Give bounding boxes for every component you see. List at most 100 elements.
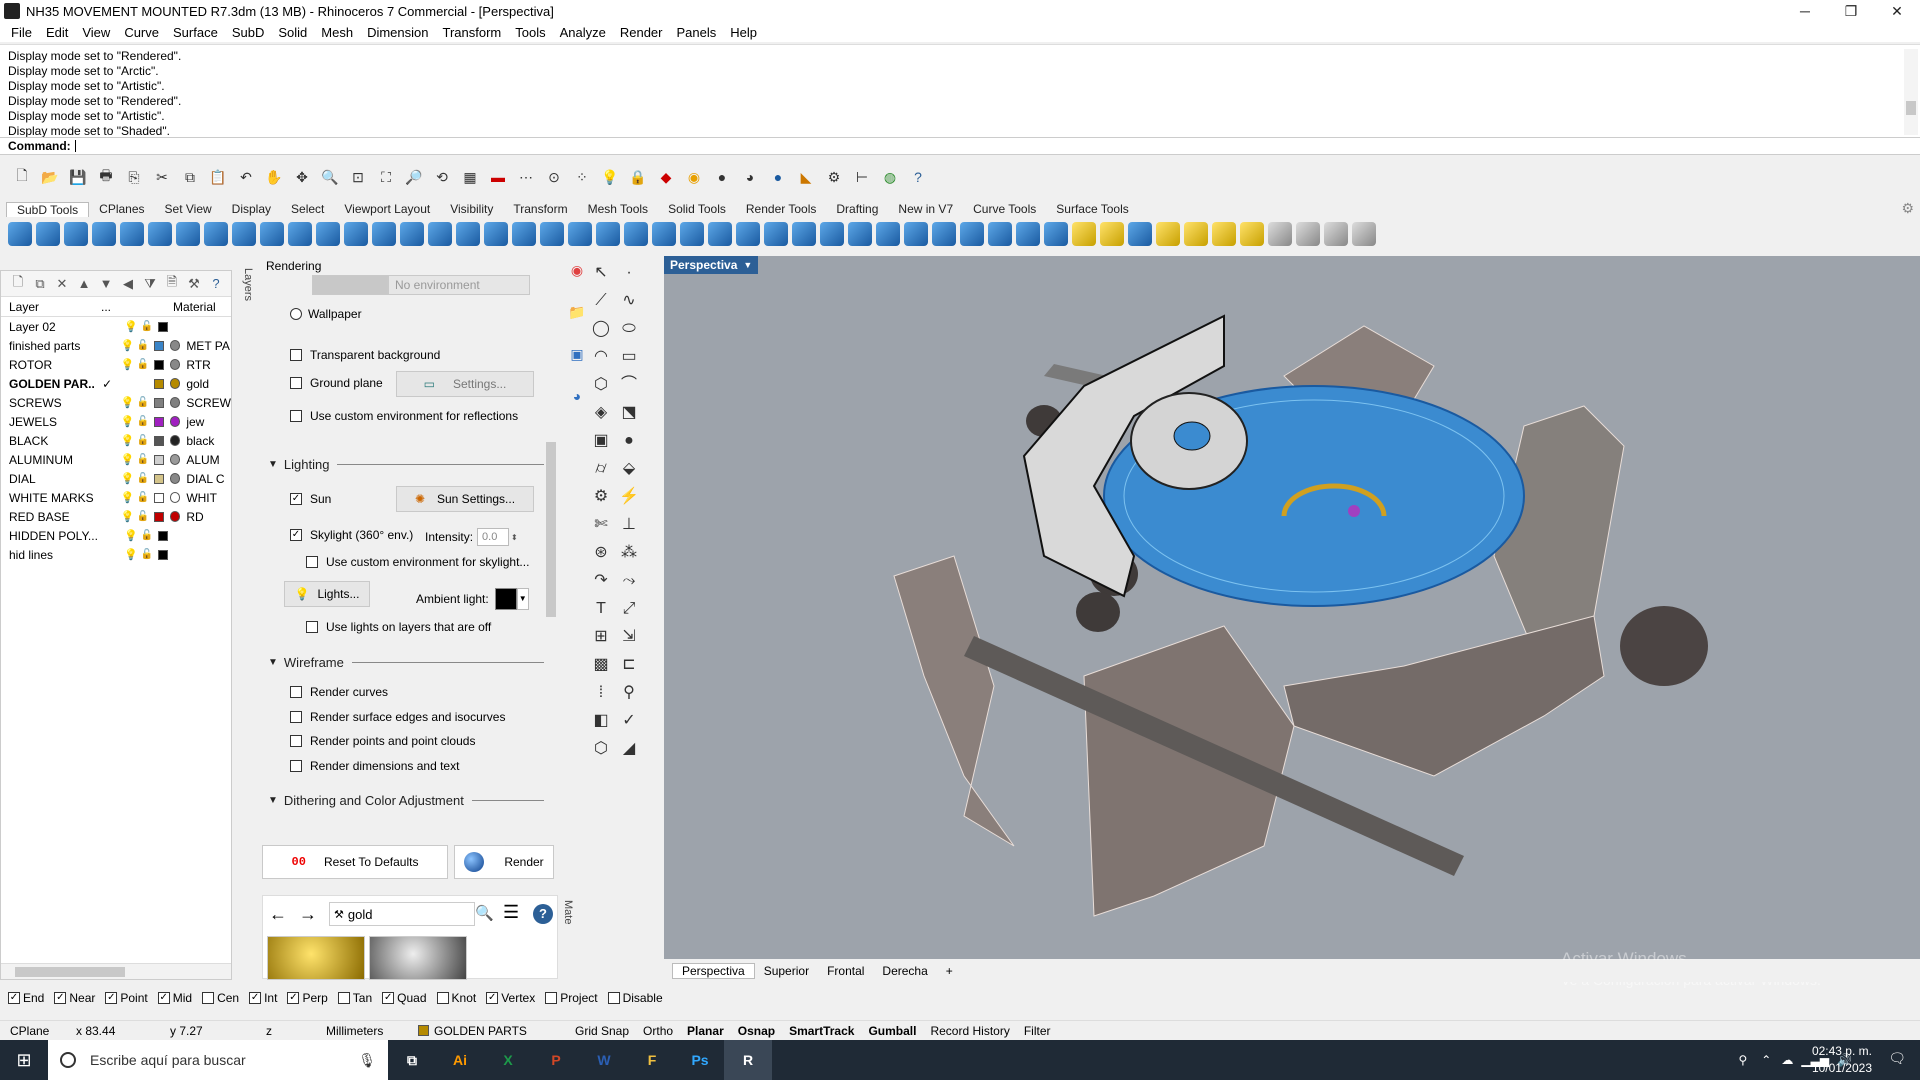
select-icon[interactable]: ⊙ (542, 165, 566, 189)
task-view-icon[interactable]: ⧉ (388, 1040, 436, 1080)
import-icon[interactable]: ⎘ (122, 165, 146, 189)
status-toggle[interactable]: Filter (1017, 1024, 1058, 1038)
sun-checkbox[interactable]: ✓ (290, 493, 302, 505)
layer-color-swatch[interactable] (153, 511, 164, 522)
subd-loft-icon[interactable] (260, 222, 284, 246)
viewport-menu-chevron-icon[interactable]: ▼ (743, 260, 752, 270)
zoom-window-icon[interactable]: ⊡ (346, 165, 370, 189)
chrome-material-thumbnail[interactable] (369, 936, 467, 980)
subd-nurbs-icon[interactable] (1100, 222, 1124, 246)
subd-select-ring-icon[interactable] (1016, 222, 1040, 246)
lights-off-layers-checkbox[interactable] (306, 621, 318, 633)
subd-select-loop-icon[interactable] (988, 222, 1012, 246)
visibility-bulb-icon[interactable]: 💡 (123, 320, 139, 333)
split-icon[interactable]: ⊥ (618, 514, 640, 536)
lock-icon[interactable]: 🔓 (135, 435, 151, 446)
lock-icon[interactable]: 🔓 (139, 321, 155, 332)
cplane-icon[interactable]: ▬ (486, 165, 510, 189)
menu-tools[interactable]: Tools (508, 25, 552, 40)
transparent-background-checkbox[interactable] (290, 349, 302, 361)
render-edges-checkbox[interactable] (290, 711, 302, 723)
cylinder-icon[interactable]: ⌭ (590, 458, 612, 480)
globe-icon[interactable]: ◍ (878, 165, 902, 189)
surface-icon[interactable]: ◈ (590, 402, 612, 424)
move-parent-icon[interactable]: ◀ (117, 276, 139, 292)
layer-row[interactable]: JEWELS 💡 🔓 jew (1, 412, 231, 431)
osnap-int[interactable]: ✓ Int (249, 991, 277, 1005)
subd-sweep1-icon[interactable] (288, 222, 312, 246)
layer-help-icon[interactable]: ? (205, 276, 227, 291)
gear-tool-icon[interactable]: ⚙ (590, 486, 612, 508)
powerpoint-app-icon[interactable]: P (532, 1040, 580, 1080)
loft-icon[interactable]: ⬔ (618, 402, 640, 424)
light-icon[interactable]: 💡 (598, 165, 622, 189)
layer-row[interactable]: ALUMINUM 💡 🔓 ALUM (1, 450, 231, 469)
color-wheel-icon[interactable]: ◉ (682, 165, 706, 189)
subd-grid-icon[interactable] (960, 222, 984, 246)
layer-color-swatch[interactable] (153, 378, 164, 389)
illustrator-app-icon[interactable]: Ai (436, 1040, 484, 1080)
osnap-checkbox[interactable] (436, 992, 449, 1004)
osnap-checkbox[interactable] (607, 992, 620, 1004)
osnap-mid[interactable]: ✓ Mid (157, 991, 192, 1005)
perspective-viewport[interactable] (664, 256, 1920, 959)
circle-icon[interactable]: ◯ (590, 318, 612, 340)
rendered-icon[interactable]: ◕ (738, 165, 762, 189)
render-icon[interactable]: ● (766, 165, 790, 189)
layer-color-swatch[interactable] (153, 397, 164, 408)
copy-icon[interactable]: ⧉ (178, 165, 202, 189)
move-down-icon[interactable]: ▼ (95, 276, 117, 291)
layers-scroll-thumb[interactable] (15, 967, 125, 977)
material-ball-icon[interactable] (169, 492, 181, 503)
tab-transform[interactable]: Transform (503, 202, 577, 216)
subd-cone-icon[interactable] (64, 222, 88, 246)
subd-cube-icon[interactable] (232, 222, 256, 246)
osnap-knot[interactable]: Knot (436, 991, 476, 1005)
layer-row[interactable]: Layer 02 💡 🔓 (1, 317, 231, 336)
tab-drafting[interactable]: Drafting (826, 202, 888, 216)
dimension-tool-icon[interactable]: ⤢ (618, 598, 640, 620)
four-views-icon[interactable]: ▦ (458, 165, 482, 189)
menu-icon[interactable]: ☰ (503, 902, 519, 923)
options-column-header[interactable]: ... (101, 300, 173, 314)
material-ball-icon[interactable] (169, 397, 181, 408)
text-icon[interactable]: T (590, 598, 612, 620)
wireframe-chevron-icon[interactable]: ▼ (268, 657, 278, 668)
osnap-quad[interactable]: ✓ Quad (382, 991, 427, 1005)
arc-icon[interactable]: ◠ (590, 346, 612, 368)
osnap-point[interactable]: ✓ Point (105, 991, 148, 1005)
visibility-bulb-icon[interactable]: 💡 (120, 510, 136, 523)
delete-layer-icon[interactable]: ✕ (51, 276, 73, 292)
back-arrow-icon[interactable]: ← (269, 904, 287, 925)
subd-box-icon[interactable] (8, 222, 32, 246)
skylight-checkbox[interactable]: ✓ (290, 529, 302, 541)
cplane-label[interactable]: CPlane (0, 1024, 66, 1038)
new-sublayer-icon[interactable]: ⧉ (29, 276, 51, 292)
lock-icon[interactable]: 🔓 (135, 473, 151, 484)
layer-row[interactable]: WHITE MARKS 💡 🔓 WHIT (1, 488, 231, 507)
layer-row[interactable]: DIAL 💡 🔓 DIAL C (1, 469, 231, 488)
layer-row[interactable]: ROTOR 💡 🔓 RTR (1, 355, 231, 374)
material-ball-icon[interactable] (169, 473, 181, 484)
zoom-icon[interactable]: 🔍 (318, 165, 342, 189)
print-icon[interactable]: 🖶 (94, 165, 118, 189)
lock-icon[interactable]: 🔓 (135, 340, 151, 351)
lock-icon[interactable]: 🔓 (135, 416, 151, 427)
osnap-end[interactable]: ✓ End (8, 991, 44, 1005)
menu-view[interactable]: View (75, 25, 117, 40)
visibility-bulb-icon[interactable]: 💡 (120, 339, 136, 352)
menu-panels[interactable]: Panels (669, 25, 723, 40)
layer-color-swatch[interactable] (153, 454, 164, 465)
osnap-tan[interactable]: Tan (337, 991, 372, 1005)
layer-color-swatch[interactable] (158, 549, 168, 560)
osnap-perp[interactable]: ✓ Perp (287, 991, 328, 1005)
osnap-checkbox[interactable] (202, 992, 215, 1004)
subd-sweep2-icon[interactable] (316, 222, 340, 246)
layer-row[interactable]: finished parts 💡 🔓 MET PA (1, 336, 231, 355)
menu-transform[interactable]: Transform (435, 25, 508, 40)
polygon-icon[interactable]: ⬡ (590, 374, 612, 396)
subd-plane-icon[interactable] (36, 222, 60, 246)
menu-dimension[interactable]: Dimension (360, 25, 435, 40)
subd-pyramid-icon[interactable] (92, 222, 116, 246)
menu-edit[interactable]: Edit (39, 25, 75, 40)
